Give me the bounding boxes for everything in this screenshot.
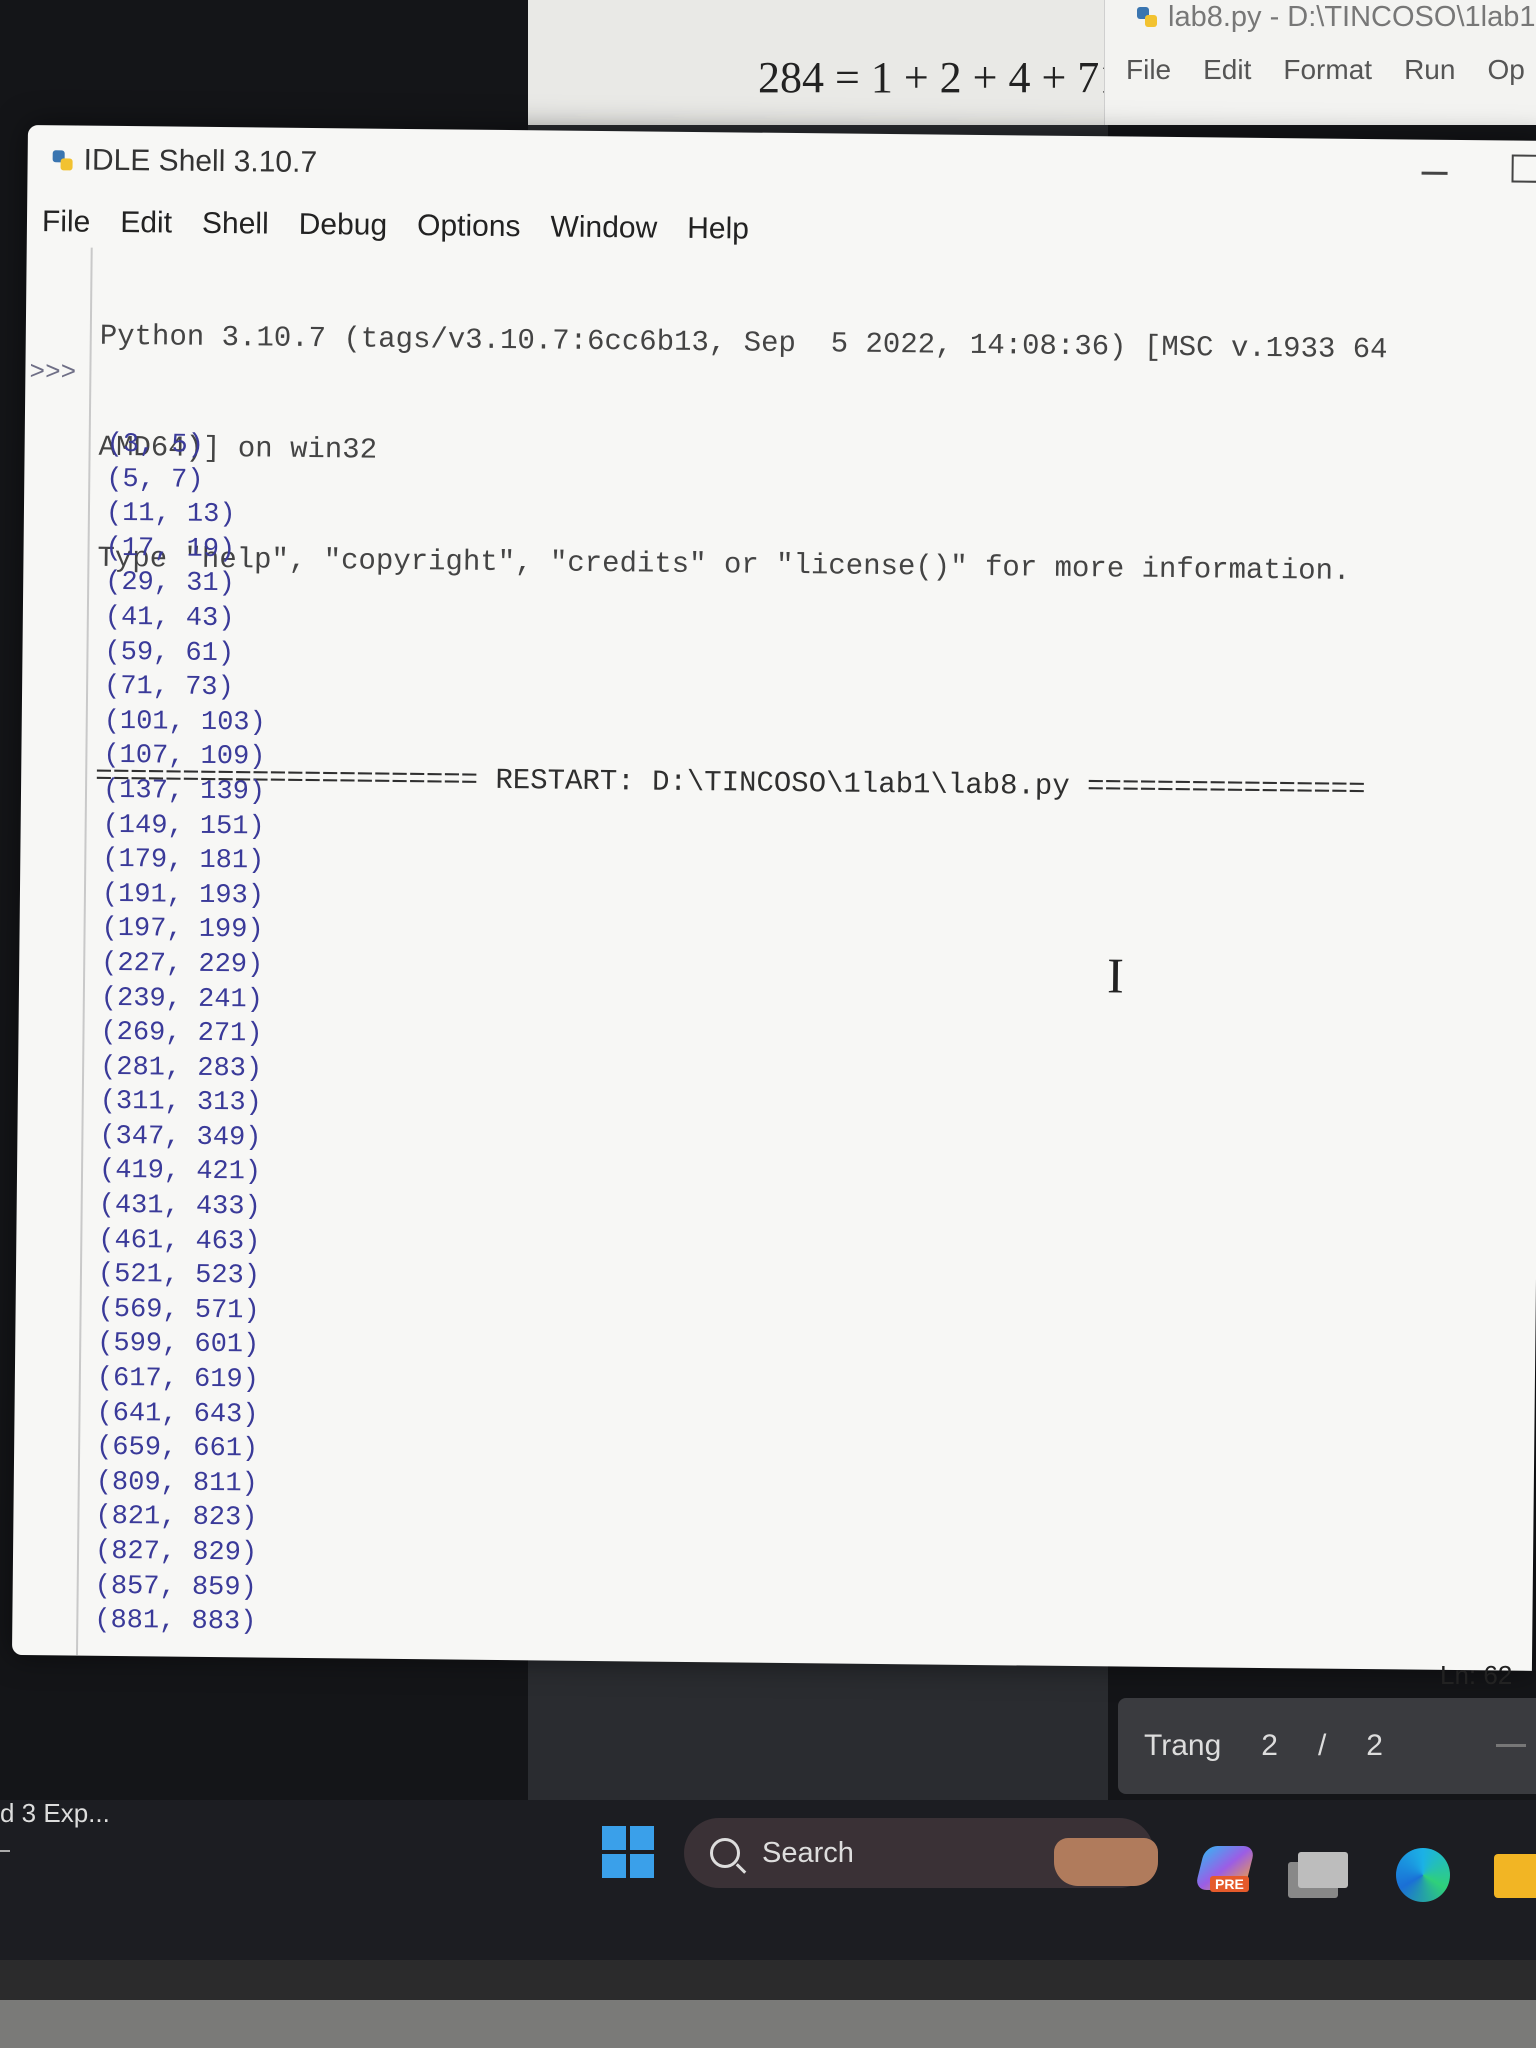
output-line: (269, 271) bbox=[100, 1017, 263, 1050]
menu-window[interactable]: Window bbox=[535, 210, 672, 245]
output-line: (191, 193) bbox=[101, 879, 265, 912]
start-button[interactable] bbox=[602, 1826, 654, 1878]
minimize-button[interactable] bbox=[1421, 171, 1448, 175]
output-line: (311, 313) bbox=[99, 1087, 262, 1119]
page-separator: / bbox=[1317, 1729, 1327, 1762]
output-line: (41, 43) bbox=[104, 602, 235, 635]
page-current[interactable]: 2 bbox=[1261, 1729, 1278, 1763]
taskbar-app-sub-icon bbox=[0, 1836, 10, 1852]
editor-menu-format[interactable]: Format bbox=[1267, 52, 1388, 88]
output-line: (521, 523) bbox=[97, 1260, 261, 1292]
edge-browser-icon[interactable] bbox=[1396, 1848, 1450, 1902]
python-icon bbox=[1137, 7, 1157, 27]
editor-menu-file[interactable]: File bbox=[1110, 52, 1187, 88]
banner-line: Type "help", "copyright", "credits" or "… bbox=[97, 541, 1351, 588]
menu-edit[interactable]: Edit bbox=[105, 206, 187, 241]
menu-shell[interactable]: Shell bbox=[187, 207, 284, 242]
output-line: (71, 73) bbox=[103, 671, 234, 704]
editor-window-title: lab8.py - D:\TINCOSO\1lab1 bbox=[1134, 0, 1535, 34]
editor-title-text: lab8.py - D:\TINCOSO\1lab1 bbox=[1168, 0, 1536, 33]
output-line: (569, 571) bbox=[97, 1294, 260, 1327]
maximize-button[interactable] bbox=[1511, 154, 1536, 183]
output-line: (227, 229) bbox=[101, 948, 264, 981]
desk-edge bbox=[0, 2000, 1536, 2048]
menu-file[interactable]: File bbox=[27, 205, 106, 240]
menu-options[interactable]: Options bbox=[402, 209, 536, 244]
search-highlight-icon[interactable] bbox=[1054, 1838, 1158, 1886]
output-line: (281, 283) bbox=[99, 1052, 263, 1085]
output-line: (827, 829) bbox=[94, 1536, 258, 1569]
text-cursor-icon: I bbox=[1106, 947, 1125, 1004]
line-status: Ln: 62 bbox=[1440, 1660, 1513, 1690]
output-line: (17, 19) bbox=[105, 533, 236, 565]
restart-line: ====================== RESTART: D:\TINCO… bbox=[95, 759, 1366, 807]
editor-menubar: File Edit Format Run Op bbox=[1110, 52, 1536, 88]
windows-logo-icon bbox=[602, 1826, 626, 1850]
editor-menu-options[interactable]: Op bbox=[1471, 52, 1536, 88]
output-line: (419, 421) bbox=[98, 1156, 262, 1188]
python-icon bbox=[52, 150, 73, 171]
output-line: (29, 31) bbox=[105, 568, 235, 600]
shell-prompt: >>> bbox=[29, 357, 77, 388]
banner-line: Python 3.10.7 (tags/v3.10.7:6cc6b13, Sep… bbox=[99, 319, 1388, 367]
shell-title-text: IDLE Shell 3.10.7 bbox=[83, 143, 318, 180]
output-line: (59, 61) bbox=[104, 637, 235, 669]
program-output[interactable]: (3, 5) (5, 7) (11, 13) (17, 19) (29, 31) (41,… bbox=[94, 428, 269, 1640]
search-icon bbox=[710, 1838, 740, 1868]
task-view-icon[interactable] bbox=[1298, 1852, 1348, 1888]
output-line: (347, 349) bbox=[99, 1121, 262, 1154]
editor-menu-run[interactable]: Run bbox=[1388, 52, 1471, 88]
page-counter: Trang 2 / 2 bbox=[1118, 1698, 1536, 1794]
output-line: (3, 5) bbox=[106, 429, 205, 461]
output-line: (659, 661) bbox=[95, 1433, 259, 1465]
search-label: Search bbox=[762, 1836, 854, 1869]
output-line: (641, 643) bbox=[96, 1398, 259, 1431]
shell-title: IDLE Shell 3.10.7 bbox=[49, 143, 317, 180]
output-line: (101, 103) bbox=[103, 706, 266, 739]
zoom-out-icon[interactable] bbox=[1496, 1744, 1526, 1747]
output-line: (179, 181) bbox=[102, 844, 265, 877]
output-line: (809, 811) bbox=[95, 1467, 258, 1500]
output-line: (107, 109) bbox=[103, 741, 266, 773]
output-line: (11, 13) bbox=[105, 499, 236, 531]
prompt-gutter bbox=[11, 246, 93, 1656]
output-line: (431, 433) bbox=[98, 1190, 261, 1223]
page-counter-label: Trang bbox=[1144, 1729, 1222, 1762]
idle-shell-window: IDLE Shell 3.10.7 File Edit Shell Debug … bbox=[11, 125, 1536, 1671]
shell-console[interactable]: Python 3.10.7 (tags/v3.10.7:6cc6b13, Sep… bbox=[94, 244, 1536, 884]
output-line: (821, 823) bbox=[95, 1502, 258, 1534]
output-line: (5, 7) bbox=[106, 464, 204, 496]
shell-titlebar[interactable]: IDLE Shell 3.10.7 bbox=[27, 125, 1536, 211]
banner-line: AMD64)] on win32 bbox=[98, 430, 378, 467]
output-line: (599, 601) bbox=[97, 1329, 260, 1361]
output-line: (857, 859) bbox=[94, 1571, 257, 1604]
document-formula: 284 = 1 + 2 + 4 + 71 bbox=[758, 53, 1122, 102]
output-line: (149, 151) bbox=[102, 810, 265, 843]
taskbar-app-label[interactable]: d 3 Exp... bbox=[0, 1798, 110, 1829]
file-explorer-icon[interactable] bbox=[1494, 1854, 1536, 1898]
menu-help[interactable]: Help bbox=[672, 212, 764, 247]
page-total: 2 bbox=[1366, 1729, 1383, 1762]
output-line: (197, 199) bbox=[101, 914, 264, 946]
menu-debug[interactable]: Debug bbox=[284, 208, 403, 243]
editor-menu-edit[interactable]: Edit bbox=[1187, 52, 1267, 88]
output-line: (881, 883) bbox=[94, 1605, 257, 1638]
output-line: (137, 139) bbox=[102, 775, 266, 808]
output-line: (617, 619) bbox=[96, 1363, 260, 1396]
preview-badge: PRE bbox=[1210, 1876, 1249, 1892]
output-line: (461, 463) bbox=[98, 1225, 261, 1258]
output-line: (239, 241) bbox=[100, 983, 264, 1016]
